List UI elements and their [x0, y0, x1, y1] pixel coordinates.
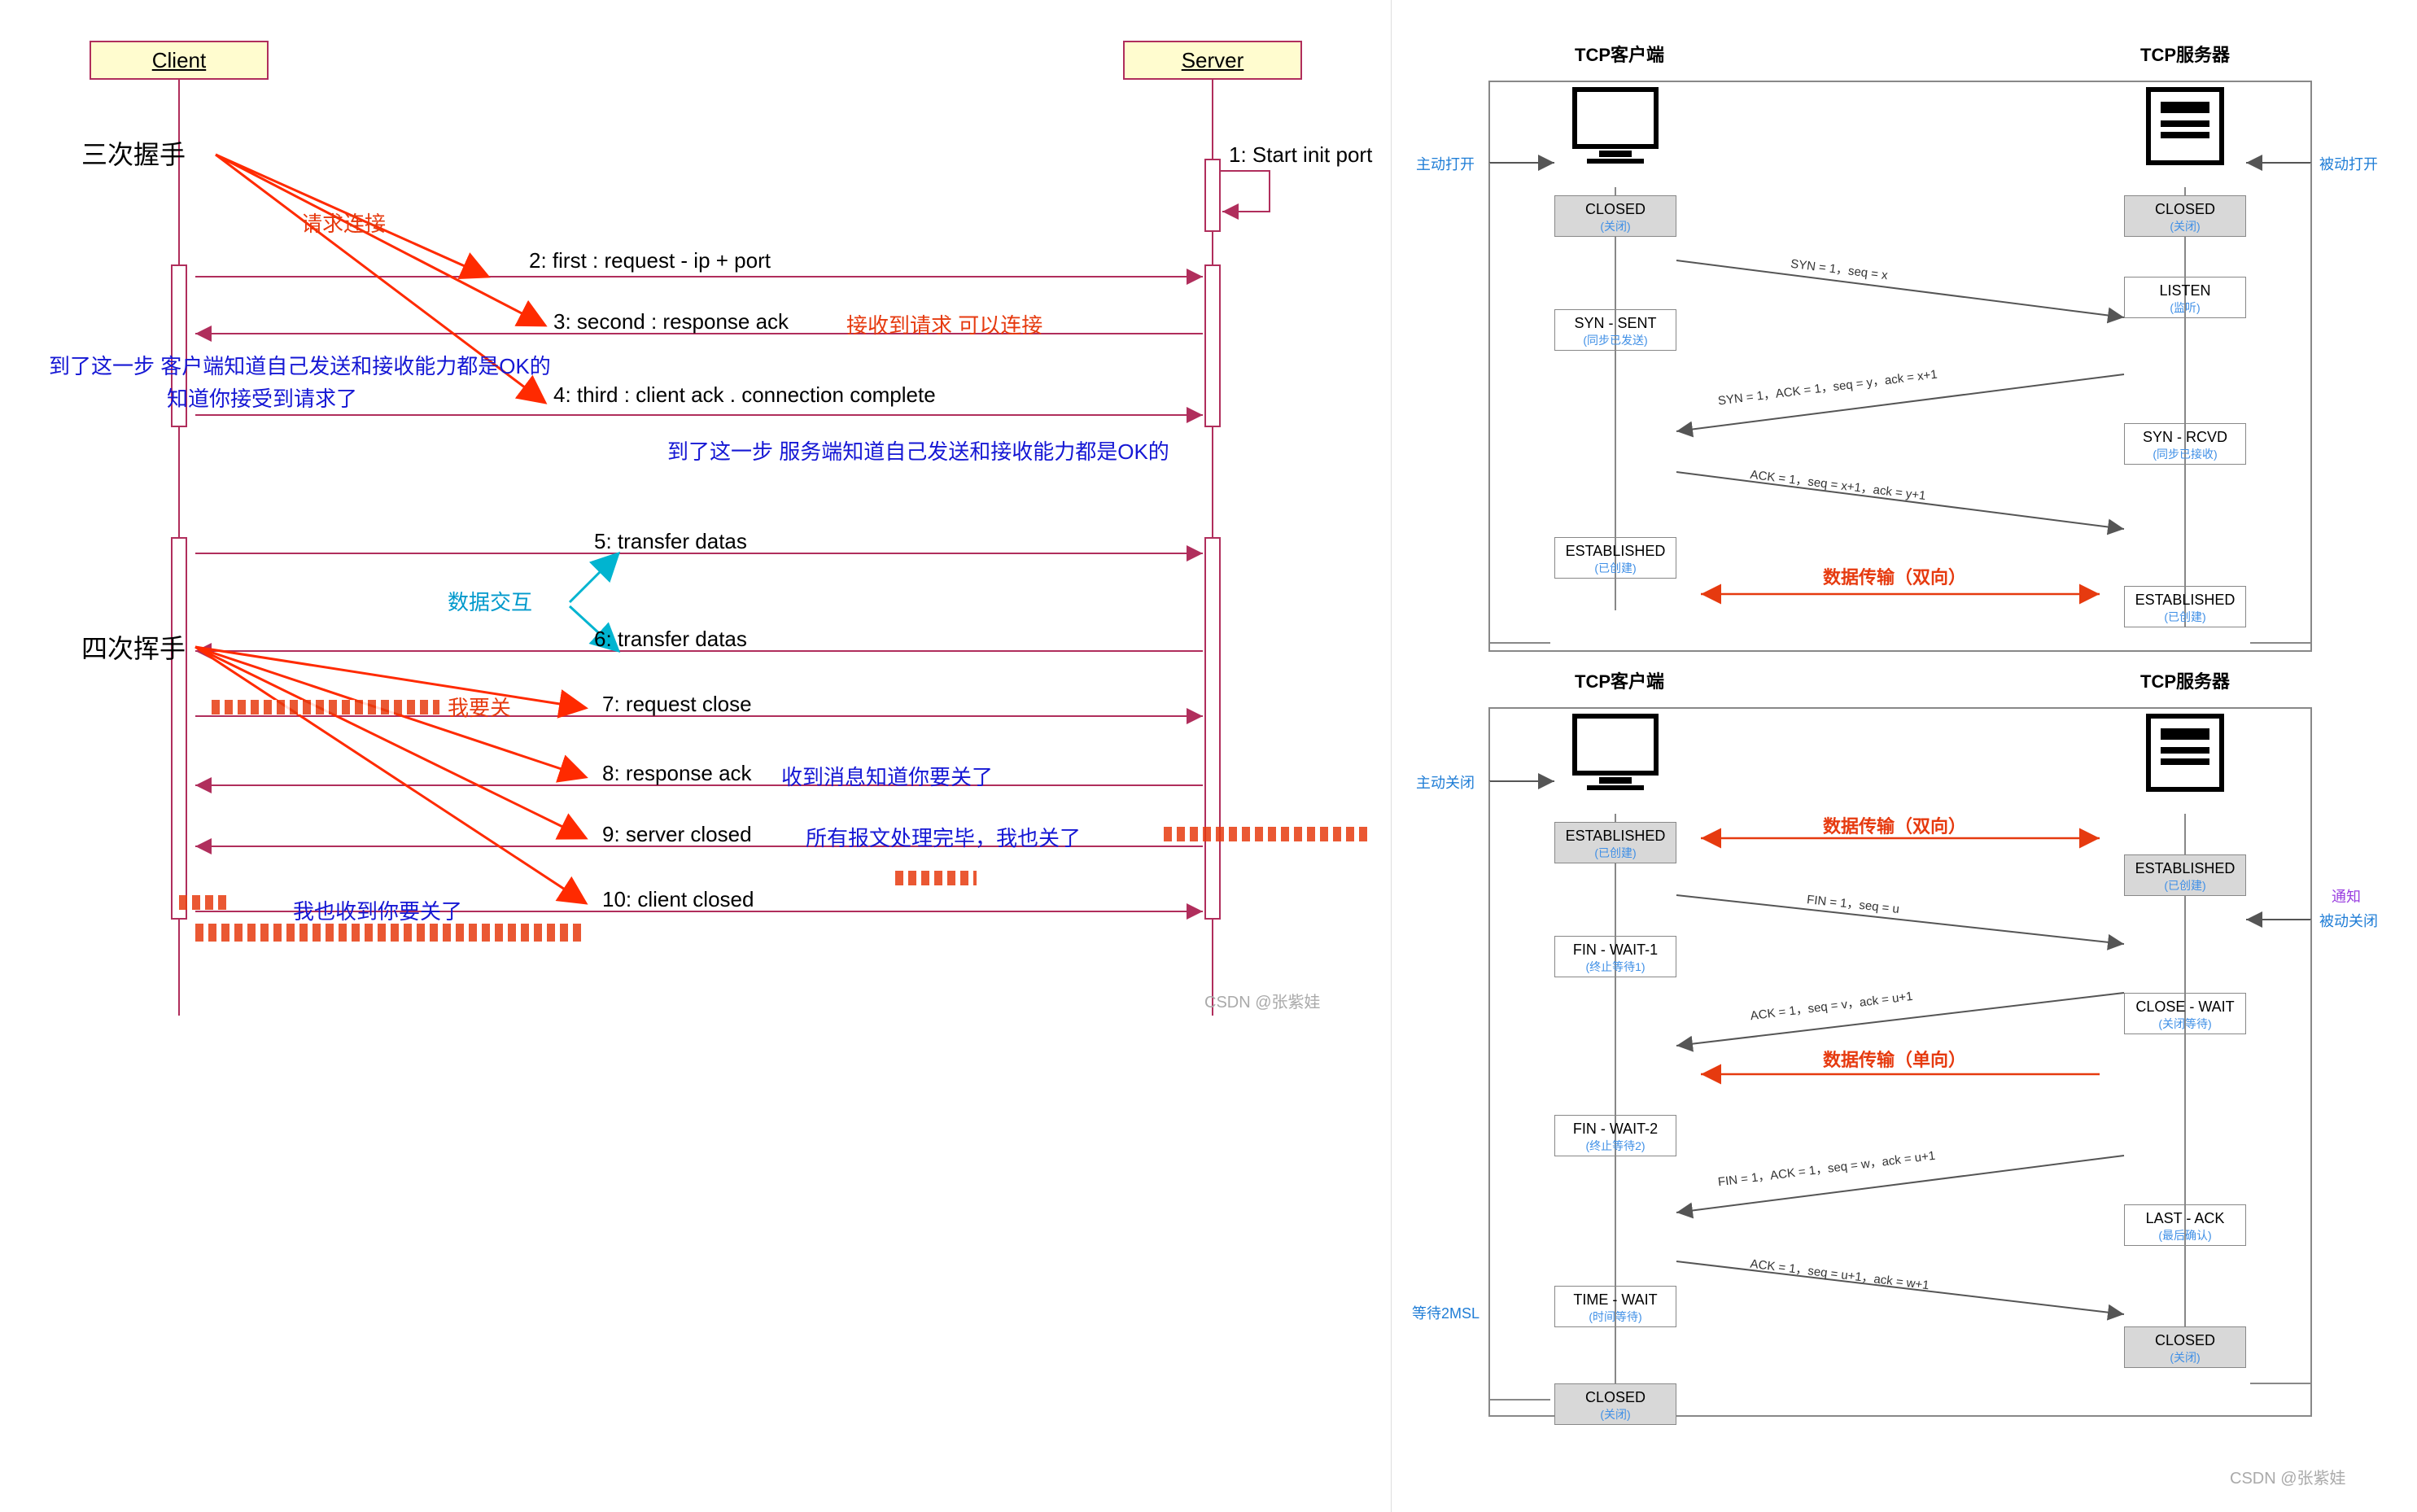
three-way-handshake-label: 三次握手: [81, 134, 186, 172]
msg-9-note: 所有报文处理完毕，我也关了: [806, 822, 1081, 852]
watermark: CSDN @张紫娃: [2230, 1465, 2346, 1488]
msg-3-note: 接收到请求 可以连接: [846, 309, 1042, 339]
wait-2msl-label: 等待2MSL: [1412, 1302, 1479, 1323]
passive-close-label: 被动关闭: [2319, 910, 2378, 931]
server-icon: [2136, 708, 2234, 798]
state-close-wait: CLOSE - WAIT(关闭等待): [2124, 993, 2246, 1034]
state-established: ESTABLISHED(已创建): [2124, 854, 2246, 896]
msg-1: 1: Start init port: [1229, 142, 1372, 168]
active-open-label: 主动打开: [1416, 153, 1475, 174]
server-header: TCP服务器: [2140, 41, 2230, 67]
notify-label: 通知: [2332, 885, 2361, 907]
watermark: CSDN @张紫娃: [1204, 989, 1321, 1012]
flow-bidirectional: 数据传输（双向）: [1823, 563, 1966, 589]
state-syn-rcvd: SYN - RCVD(同步已接收): [2124, 423, 2246, 465]
activation: [1204, 159, 1221, 232]
state-listen: LISTEN(监听): [2124, 277, 2246, 318]
msg-7: 7: request close: [602, 692, 752, 717]
actor-client: Client: [90, 41, 269, 80]
state-established: ESTABLISHED(已创建): [1554, 537, 1676, 579]
monitor-icon: [1567, 81, 1664, 171]
server-icon: [2136, 81, 2234, 171]
redaction: [195, 924, 586, 942]
state-closed: CLOSED(关闭): [1554, 1383, 1676, 1425]
monitor-icon: [1567, 708, 1664, 798]
active-close-label: 主动关闭: [1416, 771, 1475, 793]
state-diagrams: TCP客户端 TCP服务器 主动打开 被动打开 CLOSED(关闭) CLOSE…: [1392, 0, 2417, 1512]
flow-bidirectional: 数据传输（双向）: [1823, 812, 1966, 838]
redaction: [212, 700, 439, 714]
msg-4-blue: 到了这一步 客户端知道自己发送和接收能力都是OK的: [49, 350, 551, 380]
state-last-ack: LAST - ACK(最后确认): [2124, 1204, 2246, 1246]
msg-6: 6: transfer datas: [594, 627, 747, 652]
state-closed: CLOSED(关闭): [2124, 195, 2246, 237]
activation: [1204, 264, 1221, 427]
state-established: ESTABLISHED(已创建): [2124, 586, 2246, 627]
flow-unidirectional: 数据传输（单向）: [1823, 1046, 1966, 1072]
redaction: [179, 895, 228, 910]
state-fin-wait-1: FIN - WAIT-1(终止等待1): [1554, 936, 1676, 977]
sequence-diagram: Client Server 三次握手 四次挥手 请求连接 数据交互 我要关 1:…: [0, 0, 1392, 1512]
state-syn-sent: SYN - SENT(同步已发送): [1554, 309, 1676, 351]
data-exchange-label: 数据交互: [448, 586, 532, 616]
state-fin-wait-2: FIN - WAIT-2(终止等待2): [1554, 1115, 1676, 1156]
msg-9: 9: server closed: [602, 822, 752, 847]
msg-2: 2: first : request - ip + port: [529, 248, 771, 273]
state-established: ESTABLISHED(已创建): [1554, 822, 1676, 863]
msg-10: 10: client closed: [602, 887, 754, 912]
state-closed: CLOSED(关闭): [1554, 195, 1676, 237]
client-header: TCP客户端: [1575, 41, 1664, 67]
passive-open-label: 被动打开: [2319, 153, 2378, 174]
msg-8: 8: response ack: [602, 761, 752, 786]
msg-5: 5: transfer datas: [594, 529, 747, 554]
msg-4: 4: third : client ack . connection compl…: [553, 382, 936, 408]
i-want-close-label: 我要关: [448, 692, 511, 722]
four-way-handshake-label: 四次挥手: [81, 628, 186, 666]
request-connect-label: 请求连接: [301, 208, 386, 238]
msg-4-after: 到了这一步 服务端知道自己发送和接收能力都是OK的: [667, 435, 1169, 465]
msg-8-note: 收到消息知道你要关了: [781, 761, 993, 791]
redaction: [895, 871, 977, 885]
state-closed: CLOSED(关闭): [2124, 1326, 2246, 1368]
msg-10-note: 我也收到你要关了: [293, 895, 462, 925]
state-time-wait: TIME - WAIT(时间等待): [1554, 1286, 1676, 1327]
client-header: TCP客户端: [1575, 667, 1664, 693]
server-header: TCP服务器: [2140, 667, 2230, 693]
redaction: [1164, 827, 1367, 841]
activation: [171, 537, 187, 920]
activation: [1204, 537, 1221, 920]
actor-server: Server: [1123, 41, 1302, 80]
know-accept-label: 知道你接受到请求了: [167, 382, 357, 413]
msg-3: 3: second : response ack: [553, 309, 789, 334]
